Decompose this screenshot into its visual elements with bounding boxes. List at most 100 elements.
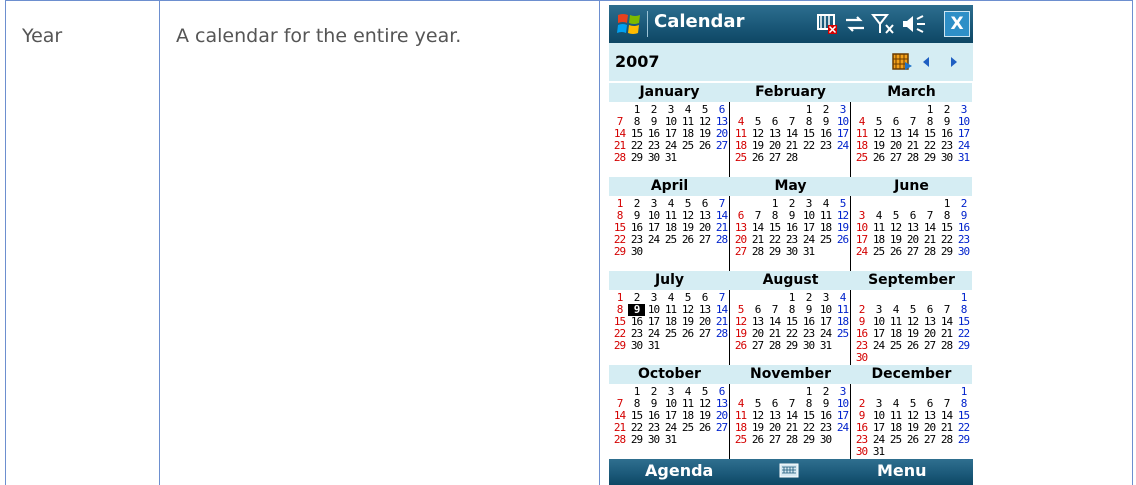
calendar-day[interactable]: 25 bbox=[887, 340, 904, 352]
calendar-day[interactable]: 26 bbox=[679, 328, 696, 340]
calendar-day[interactable]: 25 bbox=[887, 434, 904, 446]
calendar-day[interactable]: 30 bbox=[938, 152, 955, 164]
calendar-day[interactable]: 28 bbox=[783, 152, 800, 164]
calendar-day[interactable]: 26 bbox=[696, 422, 713, 434]
calendar-day[interactable]: 27 bbox=[732, 246, 749, 258]
calendar-day[interactable]: 29 bbox=[800, 434, 817, 446]
calendar-day[interactable]: 28 bbox=[766, 340, 783, 352]
calendar-day[interactable]: 29 bbox=[628, 434, 645, 446]
keyboard-icon[interactable] bbox=[779, 463, 799, 478]
calendar-day[interactable]: 29 bbox=[783, 340, 800, 352]
calendar-day[interactable]: 31 bbox=[870, 446, 887, 458]
month-block-february[interactable]: February 1 2 3 4 5 6 7 8 9 10 11 12 13 14 15 16 17 18 19 20 2… bbox=[730, 83, 851, 177]
calendar-day[interactable]: 31 bbox=[662, 152, 679, 164]
calendar-day[interactable]: 28 bbox=[713, 328, 730, 340]
calendar-day[interactable]: 26 bbox=[679, 234, 696, 246]
calendar-day[interactable]: 27 bbox=[749, 340, 766, 352]
calendar-day[interactable]: 30 bbox=[645, 152, 662, 164]
calendar-day[interactable]: 28 bbox=[938, 340, 955, 352]
previous-year-arrow-icon[interactable] bbox=[919, 54, 933, 70]
calendar-day[interactable]: 29 bbox=[921, 152, 938, 164]
calendar-day[interactable]: 31 bbox=[645, 340, 662, 352]
calendar-day[interactable]: 27 bbox=[904, 246, 921, 258]
calendar-day[interactable]: 26 bbox=[749, 152, 766, 164]
calendar-day[interactable]: 28 bbox=[783, 434, 800, 446]
calendar-day[interactable]: 29 bbox=[938, 246, 955, 258]
calendar-day[interactable]: 28 bbox=[904, 152, 921, 164]
calendar-day[interactable]: 24 bbox=[870, 340, 887, 352]
month-block-january[interactable]: January 1 2 3 4 5 6 7 8 9 10 11 12 13 14 15 16 17 18 19 20 21… bbox=[609, 83, 730, 177]
go-to-today-icon[interactable] bbox=[891, 52, 913, 72]
calendar-day[interactable]: 25 bbox=[853, 152, 870, 164]
calendar-day[interactable]: 25 bbox=[817, 234, 834, 246]
calendar-day[interactable]: 30 bbox=[955, 246, 972, 258]
calendar-day[interactable]: 25 bbox=[662, 234, 679, 246]
calendar-day[interactable]: 27 bbox=[766, 152, 783, 164]
calendar-day[interactable]: 26 bbox=[904, 434, 921, 446]
calendar-day[interactable]: 25 bbox=[732, 434, 749, 446]
calendar-day[interactable]: 28 bbox=[749, 246, 766, 258]
next-year-arrow-icon[interactable] bbox=[947, 54, 961, 70]
calendar-day[interactable]: 24 bbox=[645, 234, 662, 246]
calendar-day[interactable]: 27 bbox=[921, 434, 938, 446]
calendar-day[interactable]: 27 bbox=[696, 234, 713, 246]
calendar-day[interactable]: 30 bbox=[628, 340, 645, 352]
calendar-day[interactable]: 25 bbox=[732, 152, 749, 164]
calendar-day[interactable]: 27 bbox=[696, 328, 713, 340]
calendar-day[interactable]: 28 bbox=[611, 434, 628, 446]
calendar-day[interactable]: 26 bbox=[887, 246, 904, 258]
calendar-day[interactable]: 26 bbox=[904, 340, 921, 352]
calendar-day[interactable]: 27 bbox=[766, 434, 783, 446]
calendar-day[interactable]: 26 bbox=[696, 140, 713, 152]
calendar-day[interactable]: 26 bbox=[732, 340, 749, 352]
month-block-november[interactable]: November 1 2 3 4 5 6 7 8 9 10 11 12 13 14 15 16 17 18 19 20 2… bbox=[730, 365, 851, 459]
calendar-day[interactable]: 30 bbox=[645, 434, 662, 446]
month-block-october[interactable]: October 1 2 3 4 5 6 7 8 9 10 11 12 13 14 15 16 17 18 19 20 21… bbox=[609, 365, 730, 459]
calendar-day[interactable]: 27 bbox=[921, 340, 938, 352]
calendar-day[interactable]: 23 bbox=[817, 140, 834, 152]
month-block-august[interactable]: August 1 2 3 4 5 6 7 8 9 10 11 12 13 14 15 16 17 18 19 20 21 2… bbox=[730, 271, 851, 365]
calendar-day[interactable]: 28 bbox=[938, 434, 955, 446]
calendar-day[interactable]: 30 bbox=[817, 434, 834, 446]
calendar-day[interactable]: 29 bbox=[955, 434, 972, 446]
calendar-day[interactable]: 29 bbox=[611, 246, 628, 258]
month-block-july[interactable]: July 1 2 3 4 5 6 7 8 9 10 11 12 13 14 15 16 17 18 19 20 21 22 2… bbox=[609, 271, 730, 365]
calendar-day[interactable]: 25 bbox=[679, 422, 696, 434]
month-block-april[interactable]: April 1 2 3 4 5 6 7 8 9 10 11 12 13 14 15 16 17 18 19 20 21 22… bbox=[609, 177, 730, 271]
month-block-may[interactable]: May 1 2 3 4 5 6 7 8 9 10 11 12 13 14 15 16 17 18 19 20 21 22 23… bbox=[730, 177, 851, 271]
calendar-day[interactable]: 30 bbox=[628, 246, 645, 258]
calendar-day[interactable]: 29 bbox=[628, 152, 645, 164]
calendar-day[interactable]: 28 bbox=[713, 234, 730, 246]
calendar-day[interactable]: 31 bbox=[817, 340, 834, 352]
calendar-day[interactable]: 31 bbox=[955, 152, 972, 164]
calendar-day[interactable]: 25 bbox=[679, 140, 696, 152]
calendar-day[interactable]: 24 bbox=[853, 246, 870, 258]
calendar-day[interactable]: 28 bbox=[611, 152, 628, 164]
agenda-softkey[interactable]: Agenda bbox=[645, 461, 713, 480]
month-block-june[interactable]: June 1 2 3 4 5 6 7 8 9 10 11 12 13 14 15 16 17 18 19 20 21 22 2… bbox=[851, 177, 972, 271]
calendar-day[interactable]: 25 bbox=[834, 328, 851, 340]
close-button[interactable]: X bbox=[944, 11, 970, 37]
month-block-december[interactable]: December 1 2 3 4 5 6 7 8 9 10 11 12 13 14 15 16 17 18 19 20 2… bbox=[851, 365, 972, 459]
calendar-day[interactable]: 27 bbox=[713, 422, 730, 434]
calendar-day[interactable]: 26 bbox=[749, 434, 766, 446]
calendar-day[interactable]: 24 bbox=[834, 140, 851, 152]
windows-start-icon[interactable] bbox=[615, 11, 643, 37]
calendar-day[interactable]: 30 bbox=[800, 340, 817, 352]
calendar-day[interactable]: 26 bbox=[870, 152, 887, 164]
calendar-day[interactable]: 29 bbox=[766, 246, 783, 258]
calendar-day[interactable]: 31 bbox=[800, 246, 817, 258]
calendar-day[interactable]: 29 bbox=[955, 340, 972, 352]
calendar-day[interactable]: 27 bbox=[887, 152, 904, 164]
calendar-day[interactable]: 27 bbox=[713, 140, 730, 152]
calendar-day[interactable]: 30 bbox=[853, 446, 870, 458]
calendar-day[interactable]: 22 bbox=[800, 140, 817, 152]
calendar-day[interactable]: 29 bbox=[611, 340, 628, 352]
menu-softkey[interactable]: Menu bbox=[877, 461, 927, 480]
calendar-day[interactable]: 30 bbox=[853, 352, 870, 364]
calendar-day[interactable]: 31 bbox=[662, 434, 679, 446]
month-block-march[interactable]: March 1 2 3 4 5 6 7 8 9 10 11 12 13 14 15 16 17 18 19 20 21 22… bbox=[851, 83, 972, 177]
calendar-day[interactable]: 28 bbox=[921, 246, 938, 258]
calendar-day[interactable]: 30 bbox=[783, 246, 800, 258]
month-block-september[interactable]: September 1 2 3 4 5 6 7 8 9 10 11 12 13 14 15 16 17 18 19 20… bbox=[851, 271, 972, 365]
